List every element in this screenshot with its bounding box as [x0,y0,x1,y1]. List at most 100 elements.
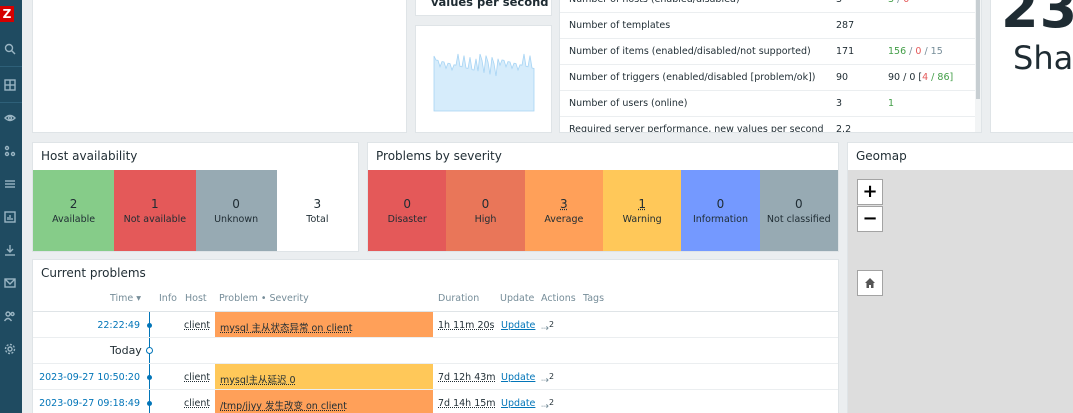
host-availability-not-available[interactable]: 1 Not available [114,170,195,251]
update-link[interactable]: Update [501,372,535,383]
actions-count: 2 [549,320,554,329]
problem-name[interactable]: mysql主从延迟 0 [215,364,433,389]
severity-count: 0 [717,197,725,211]
system-info-row: Number of hosts (enabled/disabled)33 / 0 [560,0,978,13]
data-collection-icon[interactable] [0,241,20,259]
severity-not-classified[interactable]: 0 Not classified [760,170,838,251]
severity-label: Warning [623,214,662,225]
dashboard-icon[interactable] [0,76,20,94]
severity-label: Disaster [388,214,427,225]
problem-row: 2023-09-27 09:18:49 client/tmp/jjyy 发生改变 … [33,390,838,413]
severity-label: Average [544,214,583,225]
details-part: 0 [903,0,909,5]
current-problems-title: Current problems [41,266,146,280]
problems-by-severity-widget: Problems by severity 0 Disaster 0 High 3 Aver… [367,142,839,252]
problem-duration: 7d 12h 43m [438,372,496,383]
system-info-row: Number of users (online) 3 1 [560,91,978,117]
host-count: 1 [151,197,159,211]
parameter-details: 156 / 0 / 15 [888,46,943,57]
severity-label: High [475,214,497,225]
map-home-button[interactable] [857,270,883,296]
actions-indicator[interactable]: ⇢2 [541,398,554,412]
home-icon [864,277,876,289]
system-info-row: Number of templates 287 [560,13,978,39]
col-tags-header: Tags [583,293,604,304]
problem-time-link[interactable]: 22:22:49 [97,320,140,331]
timeline-today-marker [146,347,153,354]
zoom-out-button[interactable]: − [857,206,883,232]
reports-icon[interactable] [0,208,20,226]
values-sparkline-widget [415,25,552,133]
alerts-envelope-icon[interactable] [0,274,20,292]
actions-indicator[interactable]: ⇢2 [541,320,554,334]
system-info-row: Number of items (enabled/disabled/not su… [560,39,978,65]
actions-icon: ⇢ [541,323,549,334]
host-availability-total[interactable]: 3 Total [277,170,358,251]
severity-warning[interactable]: 1 Warning [603,170,681,251]
details-part: 90 / 0 [ [888,72,922,83]
system-info-scrollbar[interactable] [975,0,981,133]
parameter-details: 3 / 0 [888,0,909,5]
parameter-label: Required server performance, new values … [569,124,824,133]
host-availability-available[interactable]: 2 Available [33,170,114,251]
problem-row: 22:22:49 client mysql 主从状态异常 on client 1h 1… [33,312,838,338]
parameter-value: 3 [836,0,842,5]
search-icon[interactable] [0,40,20,58]
severity-information[interactable]: 0 Information [681,170,759,251]
problem-name[interactable]: /tmp/jjyy 发生改变 on client [215,390,433,413]
clock-timezone: Sha [1013,39,1073,77]
host-status-label: Not available [124,214,187,225]
host-count: 2 [70,197,78,211]
users-icon[interactable] [0,307,20,325]
host-availability-unknown[interactable]: 0 Unknown [196,170,277,251]
clock-time: 23 [1001,0,1073,40]
parameter-value: 171 [836,46,854,57]
services-icon[interactable] [0,142,20,160]
problem-time-link[interactable]: 2023-09-27 10:50:20 [39,372,140,383]
problem-host[interactable]: client [184,372,210,383]
problems-by-severity-title: Problems by severity [376,149,502,163]
actions-icon: ⇢ [541,401,549,412]
severity-label: Not classified [767,214,831,225]
zoom-in-button[interactable]: + [857,179,883,205]
inventory-list-icon[interactable] [0,175,20,193]
severity-label: Information [693,214,748,225]
severity-count: 0 [482,197,490,211]
problem-name[interactable]: mysql 主从状态异常 on client [215,312,433,337]
values-per-second-title: values per second [431,0,549,9]
system-info-row: Number of triggers (enabled/disabled [pr… [560,65,978,91]
system-information-widget: Number of hosts (enabled/disabled)33 / 0… [559,0,982,133]
problem-time-link[interactable]: 2023-09-27 09:18:49 [39,398,140,409]
actions-indicator[interactable]: ⇢2 [541,372,554,386]
update-link[interactable]: Update [501,398,535,409]
update-link[interactable]: Update [501,320,535,331]
map-canvas[interactable]: + − [848,170,1073,413]
severity-high[interactable]: 0 High [446,170,524,251]
monitoring-eye-icon[interactable] [0,109,20,127]
severity-disaster[interactable]: 0 Disaster [368,170,446,251]
details-separator: / [906,46,915,57]
details-part: 1 [888,98,894,109]
col-update-header: Update [500,293,534,304]
timeline-dot [147,375,152,380]
actions-count: 2 [549,398,554,407]
sidebar: Z [0,0,22,413]
severity-average[interactable]: 3 Average [525,170,603,251]
col-host-header: Host [185,293,207,304]
col-time-header[interactable]: Time ▾ [110,293,141,304]
values-sparkline [416,26,553,134]
problem-host[interactable]: client [184,398,210,409]
parameter-label: Number of items (enabled/disabled/not su… [569,46,811,57]
zabbix-logo[interactable]: Z [0,6,14,22]
administration-gear-icon[interactable] [0,340,20,358]
problem-host[interactable]: client [184,320,210,331]
host-count: 0 [232,197,240,211]
details-part: 156 [888,46,906,57]
current-problems-widget: Current problems Time ▾ Info Host Proble… [32,259,839,413]
parameter-label: Number of triggers (enabled/disabled [pr… [569,72,816,83]
severity-count: 0 [403,197,411,211]
problem-duration: 1h 11m 20s [438,320,495,331]
scrollbar-thumb[interactable] [976,0,980,99]
sidebar-divider [0,102,22,103]
details-part: / 86] [928,72,953,83]
